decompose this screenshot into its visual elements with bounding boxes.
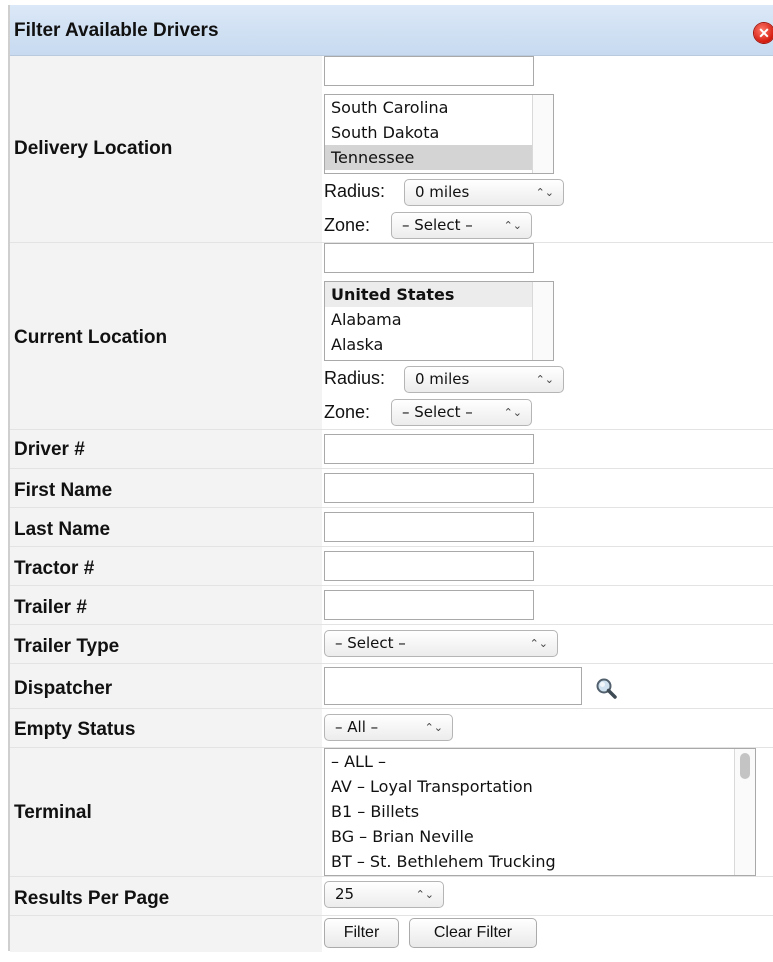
row-trailer-number: Trailer # <box>10 586 773 625</box>
list-item[interactable]: Alaska <box>325 332 553 357</box>
dispatcher-input[interactable] <box>324 667 582 705</box>
first-name-label: First Name <box>14 480 113 501</box>
results-per-page-label: Results Per Page <box>14 888 170 909</box>
current-zone-select[interactable]: – Select – ⌃⌄ <box>391 399 532 426</box>
chevron-updown-icon: ⌃⌄ <box>424 721 443 734</box>
empty-status-select[interactable]: – All – ⌃⌄ <box>324 714 453 741</box>
scrollbar[interactable] <box>532 282 553 360</box>
delivery-location-label: Delivery Location <box>14 138 173 159</box>
current-location-search-input[interactable] <box>324 243 534 273</box>
row-terminal: Terminal – ALL – AV – Loyal Transportati… <box>10 748 773 877</box>
row-tractor-number: Tractor # <box>10 547 773 586</box>
filter-panel: Filter Available Drivers ✕ Delivery Loca… <box>8 5 773 952</box>
panel-header: Filter Available Drivers ✕ <box>10 5 773 56</box>
zone-label: Zone: <box>324 402 371 422</box>
list-item[interactable]: – ALL – <box>325 749 755 774</box>
list-item[interactable]: BG – Brian Neville <box>325 824 755 849</box>
trailer-type-label: Trailer Type <box>14 636 120 657</box>
trailer-type-select[interactable]: – Select – ⌃⌄ <box>324 630 558 657</box>
chevron-updown-icon: ⌃⌄ <box>529 637 548 650</box>
last-name-input[interactable] <box>324 512 534 542</box>
chevron-updown-icon: ⌃⌄ <box>535 186 554 199</box>
panel-title: Filter Available Drivers <box>14 20 219 41</box>
dispatcher-label: Dispatcher <box>14 678 113 699</box>
terminal-label: Terminal <box>14 802 92 823</box>
zone-label: Zone: <box>324 215 371 235</box>
list-item-selected[interactable]: United States <box>325 282 553 307</box>
scrollbar[interactable] <box>532 95 553 173</box>
list-item[interactable]: South Dakota <box>325 120 553 145</box>
delivery-radius-select[interactable]: 0 miles ⌃⌄ <box>404 179 564 206</box>
last-name-label: Last Name <box>14 519 111 540</box>
delivery-zone-select[interactable]: – Select – ⌃⌄ <box>391 212 532 239</box>
current-location-listbox[interactable]: United States Alabama Alaska <box>324 281 554 361</box>
first-name-input[interactable] <box>324 473 534 503</box>
terminal-listbox[interactable]: – ALL – AV – Loyal Transportation B1 – B… <box>324 748 756 876</box>
row-current-location: Current Location United States Alabama A… <box>10 243 773 430</box>
chevron-updown-icon: ⌃⌄ <box>503 219 522 232</box>
row-empty-status: Empty Status – All – ⌃⌄ <box>10 709 773 748</box>
driver-number-label: Driver # <box>14 439 85 460</box>
radius-label: Radius: <box>324 368 386 388</box>
driver-number-input[interactable] <box>324 434 534 464</box>
row-actions: Filter Clear Filter <box>10 916 773 952</box>
list-item[interactable]: BT – St. Bethlehem Trucking <box>325 849 755 874</box>
list-item[interactable]: B1 – Billets <box>325 799 755 824</box>
row-delivery-location: Delivery Location South Carolina South D… <box>10 56 773 243</box>
radius-label: Radius: <box>324 181 386 201</box>
row-trailer-type: Trailer Type – Select – ⌃⌄ <box>10 625 773 664</box>
empty-status-label: Empty Status <box>14 719 136 740</box>
results-per-page-select[interactable]: 25 ⌃⌄ <box>324 881 444 908</box>
magnifier-icon[interactable] <box>595 677 617 699</box>
list-item[interactable]: AV – Loyal Transportation <box>325 774 755 799</box>
clear-filter-button[interactable]: Clear Filter <box>409 918 537 948</box>
list-item[interactable]: Alabama <box>325 307 553 332</box>
list-item[interactable]: South Carolina <box>325 95 553 120</box>
chevron-updown-icon: ⌃⌄ <box>503 406 522 419</box>
tractor-number-label: Tractor # <box>14 558 95 579</box>
scrollbar[interactable] <box>734 749 755 875</box>
trailer-number-input[interactable] <box>324 590 534 620</box>
row-results-per-page: Results Per Page 25 ⌃⌄ <box>10 877 773 916</box>
scrollbar-thumb[interactable] <box>740 753 750 779</box>
delivery-location-search-input[interactable] <box>324 56 534 86</box>
current-radius-select[interactable]: 0 miles ⌃⌄ <box>404 366 564 393</box>
row-first-name: First Name <box>10 469 773 508</box>
row-driver-number: Driver # <box>10 430 773 469</box>
row-dispatcher: Dispatcher <box>10 664 773 709</box>
trailer-number-label: Trailer # <box>14 597 87 618</box>
filter-button[interactable]: Filter <box>324 918 399 948</box>
delivery-location-listbox[interactable]: South Carolina South Dakota Tennessee <box>324 94 554 174</box>
chevron-updown-icon: ⌃⌄ <box>415 888 434 901</box>
row-last-name: Last Name <box>10 508 773 547</box>
list-item-selected[interactable]: Tennessee <box>325 145 553 170</box>
close-icon[interactable]: ✕ <box>754 23 773 43</box>
tractor-number-input[interactable] <box>324 551 534 581</box>
current-location-label: Current Location <box>14 327 168 348</box>
chevron-updown-icon: ⌃⌄ <box>535 373 554 386</box>
